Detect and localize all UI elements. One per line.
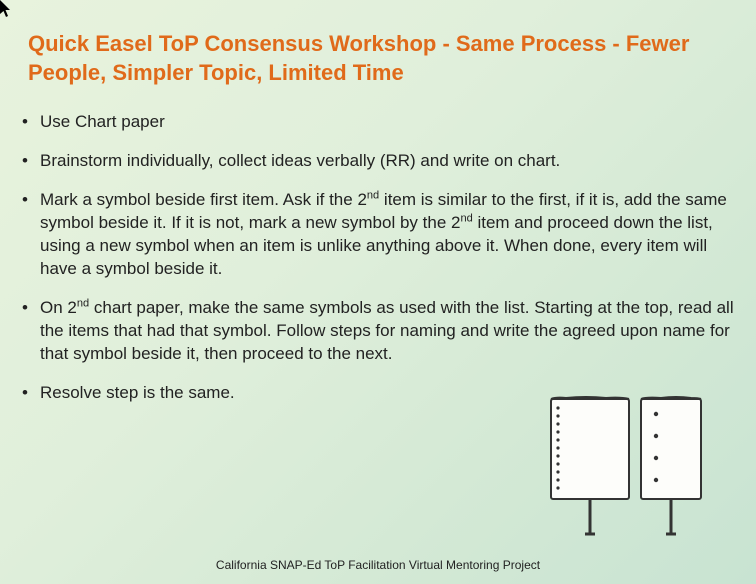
bullet-item: Brainstorm individually, collect ideas v… bbox=[20, 150, 736, 173]
slide-title: Quick Easel ToP Consensus Workshop - Sam… bbox=[20, 30, 736, 87]
bullet-list: Use Chart paper Brainstorm individually,… bbox=[20, 111, 736, 404]
easel-chart-left-icon bbox=[551, 397, 629, 534]
slide: Quick Easel ToP Consensus Workshop - Sam… bbox=[0, 0, 756, 584]
bullet-item: On 2nd chart paper, make the same symbol… bbox=[20, 297, 736, 366]
footer-text: California SNAP-Ed ToP Facilitation Virt… bbox=[0, 558, 756, 572]
easel-chart-right-icon bbox=[641, 397, 701, 534]
bullet-item: Use Chart paper bbox=[20, 111, 736, 134]
bullet-item: Mark a symbol beside first item. Ask if … bbox=[20, 189, 736, 281]
easel-illustration bbox=[546, 394, 716, 544]
